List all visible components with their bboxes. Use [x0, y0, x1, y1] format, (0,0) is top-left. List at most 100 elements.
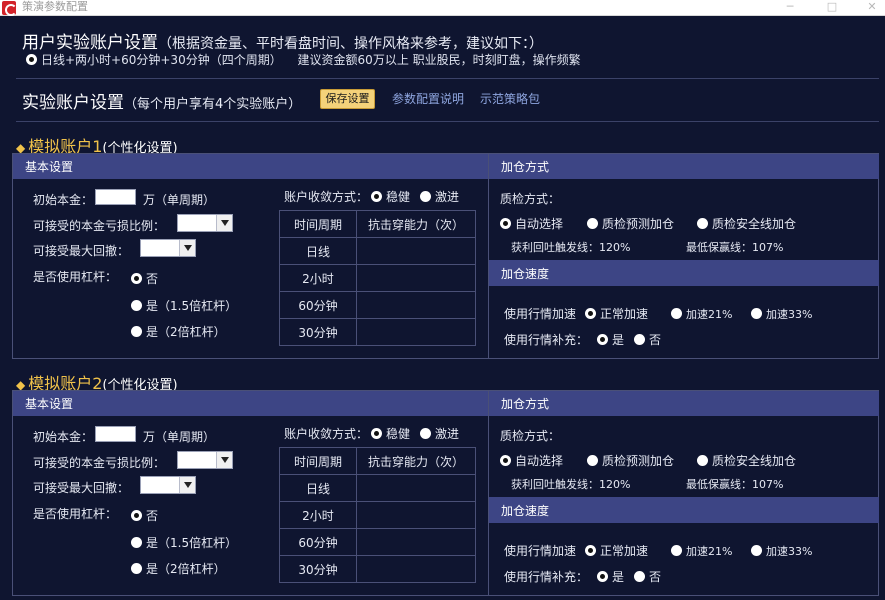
speed-option-normal[interactable]: 正常加速 — [585, 305, 648, 322]
chevron-down-icon — [216, 452, 232, 468]
minimize-icon[interactable]: ─ — [780, 0, 800, 14]
leverage-option-1-5x[interactable]: 是（1.5倍杠杆） — [131, 297, 237, 314]
add-speed-header: 加仓速度 — [489, 260, 879, 286]
resistance-cell[interactable] — [356, 555, 476, 583]
radio-icon — [500, 455, 511, 466]
add-position-header: 加仓方式 — [489, 391, 879, 416]
radio-icon — [751, 308, 762, 319]
radio-icon — [634, 334, 645, 345]
leverage-label: 是否使用杠杆： — [33, 507, 118, 521]
radio-icon — [131, 563, 142, 574]
radio-icon — [671, 545, 682, 556]
radio-icon — [597, 334, 608, 345]
supplement-option-no[interactable]: 否 — [634, 568, 661, 585]
converge-option-stable[interactable]: 稳健 — [371, 188, 410, 205]
leverage-option-no[interactable]: 否 — [131, 507, 158, 524]
converge-option-stable[interactable]: 稳健 — [371, 425, 410, 442]
check-option-safe-line[interactable]: 质检安全线加仓 — [697, 215, 796, 232]
period-cell: 日线 — [279, 474, 357, 502]
save-button[interactable]: 保存设置 — [320, 89, 375, 109]
leverage-option-1-5x[interactable]: 是（1.5倍杠杆） — [131, 534, 237, 551]
leverage-label: 是否使用杠杆： — [33, 270, 118, 284]
settings-subtitle: （每个用户享有4个实验账户） — [124, 97, 302, 112]
period-cell: 2小时 — [279, 501, 357, 529]
resistance-cell[interactable] — [356, 237, 476, 265]
supplement-option-no[interactable]: 否 — [634, 331, 661, 348]
table-header-row: 时间周期 抗击穿能力（次） — [279, 447, 476, 475]
loss-ratio-label: 可接受的本金亏损比例： — [33, 219, 166, 233]
divider — [16, 78, 879, 79]
capital-label: 初始本金： — [33, 193, 94, 207]
check-option-auto[interactable]: 自动选择 — [500, 215, 563, 232]
leverage-option-no[interactable]: 否 — [131, 270, 158, 287]
supplement-option-yes[interactable]: 是 — [597, 568, 624, 585]
window-title: 策演参数配置 — [22, 0, 88, 13]
check-option-predict[interactable]: 质检预测加仓 — [587, 215, 674, 232]
speed-option-normal[interactable]: 正常加速 — [585, 542, 648, 559]
loss-ratio-label: 可接受的本金亏损比例： — [33, 456, 166, 470]
speed-option-21[interactable]: 加速21% — [671, 306, 732, 322]
check-option-predict[interactable]: 质检预测加仓 — [587, 452, 674, 469]
table-row: 2小时 — [279, 264, 476, 292]
rebound-trigger-line: 获利回吐触发线：120% — [511, 241, 631, 254]
chevron-down-icon — [216, 215, 232, 231]
close-icon[interactable]: ✕ — [862, 0, 882, 14]
page-subtitle: （根据资金量、平时看盘时间、操作风格来参考，建议如下：） — [158, 36, 543, 52]
period-cell: 日线 — [279, 237, 357, 265]
capital-input[interactable] — [95, 426, 136, 442]
account-2-panel: 基本设置 加仓方式 初始本金： 万（单周期） 可接受的本金亏损比例： 可接受最大… — [12, 390, 879, 596]
converge-option-aggressive[interactable]: 激进 — [420, 188, 459, 205]
title-bar: 策演参数配置 ─ □ ✕ — [0, 0, 885, 16]
drawdown-select[interactable] — [140, 239, 196, 257]
check-method-label: 质检方式： — [500, 429, 561, 443]
speed-option-21[interactable]: 加速21% — [671, 543, 732, 559]
loss-ratio-select[interactable] — [177, 214, 233, 232]
period-cell: 30分钟 — [279, 555, 357, 583]
radio-icon — [634, 571, 645, 582]
drawdown-label: 可接受最大回撤： — [33, 481, 130, 495]
radio-icon — [500, 218, 511, 229]
radio-icon — [671, 308, 682, 319]
capital-label: 初始本金： — [33, 430, 94, 444]
add-position-header: 加仓方式 — [489, 154, 879, 179]
table-row: 日线 — [279, 237, 476, 265]
resistance-cell[interactable] — [356, 474, 476, 502]
table-row: 30分钟 — [279, 555, 476, 583]
radio-icon — [751, 545, 762, 556]
resistance-cell[interactable] — [356, 318, 476, 346]
basic-settings-header: 基本设置 — [13, 391, 488, 416]
check-option-safe-line[interactable]: 质检安全线加仓 — [697, 452, 796, 469]
speed-label: 使用行情加速 — [504, 307, 577, 321]
converge-option-aggressive[interactable]: 激进 — [420, 425, 459, 442]
check-method-label: 质检方式： — [500, 192, 561, 206]
radio-icon — [587, 455, 598, 466]
loss-ratio-select[interactable] — [177, 451, 233, 469]
speed-option-33[interactable]: 加速33% — [751, 306, 812, 322]
panel-divider — [488, 391, 489, 595]
resistance-cell[interactable] — [356, 291, 476, 319]
leverage-option-2x[interactable]: 是（2倍杠杆） — [131, 323, 226, 340]
table-row: 60分钟 — [279, 528, 476, 556]
maximize-icon[interactable]: □ — [822, 0, 842, 14]
table-row: 日线 — [279, 474, 476, 502]
resistance-cell[interactable] — [356, 528, 476, 556]
period-table: 时间周期 抗击穿能力（次） 日线 2小时 60分钟 30分钟 — [279, 210, 476, 346]
capital-unit: 万（单周期） — [143, 193, 216, 207]
speed-option-33[interactable]: 加速33% — [751, 543, 812, 559]
radio-icon — [585, 308, 596, 319]
drawdown-select[interactable] — [140, 476, 196, 494]
params-help-link[interactable]: 参数配置说明 — [392, 90, 464, 107]
resistance-cell[interactable] — [356, 501, 476, 529]
demo-strategy-link[interactable]: 示范策略包 — [480, 90, 540, 107]
radio-icon — [587, 218, 598, 229]
chevron-down-icon — [179, 477, 195, 493]
radio-icon — [585, 545, 596, 556]
capital-input[interactable] — [95, 189, 136, 205]
supplement-label: 使用行情补充： — [504, 570, 589, 584]
resistance-cell[interactable] — [356, 264, 476, 292]
check-option-auto[interactable]: 自动选择 — [500, 452, 563, 469]
leverage-option-2x[interactable]: 是（2倍杠杆） — [131, 560, 226, 577]
period-option-radio[interactable] — [26, 54, 37, 65]
chevron-down-icon — [179, 240, 195, 256]
supplement-option-yes[interactable]: 是 — [597, 331, 624, 348]
